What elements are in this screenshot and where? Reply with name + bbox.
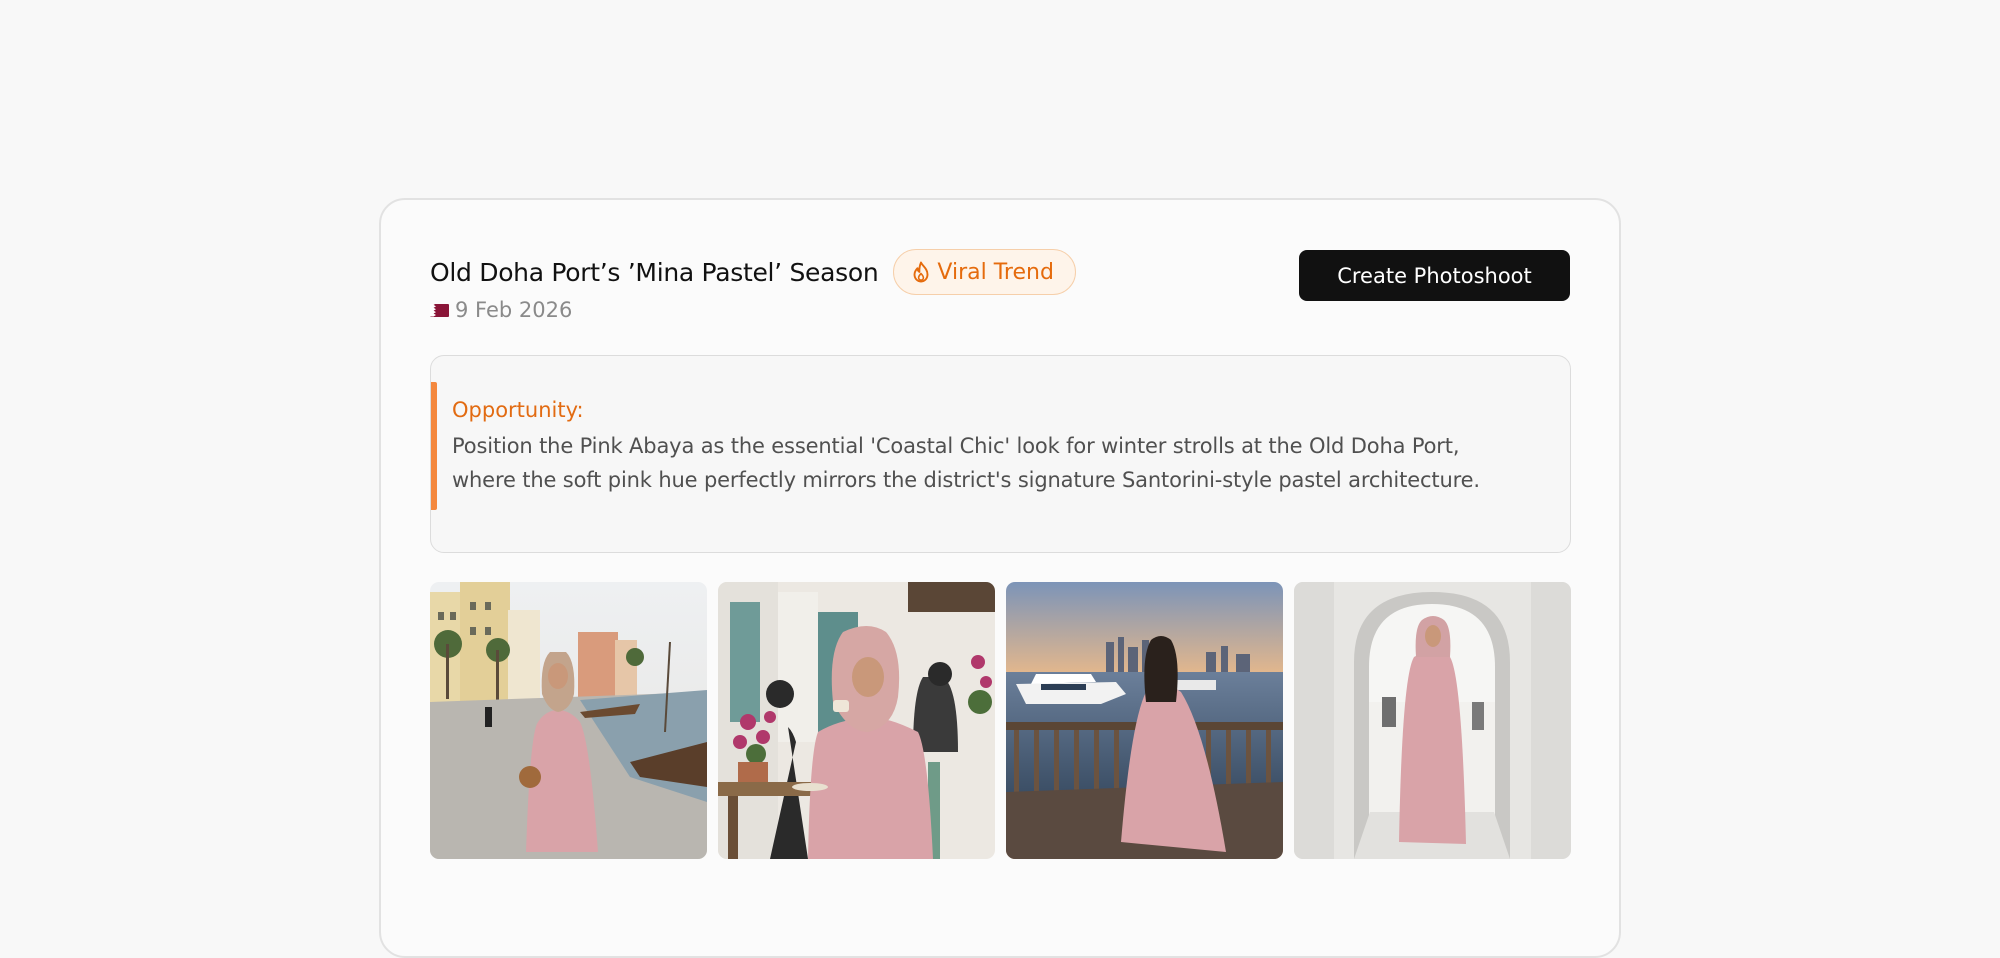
- trend-title: Old Doha Port’s ’Mina Pastel’ Season: [430, 257, 879, 287]
- title-row: Old Doha Port’s ’Mina Pastel’ Season Vir…: [430, 249, 1076, 295]
- badge-label: Viral Trend: [937, 259, 1054, 285]
- gallery-image-1[interactable]: [430, 582, 707, 859]
- flame-icon: [912, 261, 930, 283]
- opportunity-box: Opportunity: Position the Pink Abaya as …: [430, 355, 1571, 553]
- viral-trend-badge: Viral Trend: [893, 249, 1076, 295]
- qatar-flag-icon: [430, 303, 449, 317]
- opportunity-text: Position the Pink Abaya as the essential…: [452, 434, 1480, 492]
- image-gallery: [430, 582, 1571, 859]
- gallery-image-2[interactable]: [718, 582, 995, 859]
- trend-date: 9 Feb 2026: [430, 298, 572, 322]
- gallery-image-3[interactable]: [1006, 582, 1283, 859]
- create-photoshoot-button[interactable]: Create Photoshoot: [1299, 250, 1570, 301]
- opportunity-label: Opportunity:: [452, 398, 584, 422]
- opportunity-accent-bar: [431, 382, 437, 510]
- date-text: 9 Feb 2026: [455, 298, 573, 322]
- gallery-image-4[interactable]: [1294, 582, 1571, 859]
- trend-card: Old Doha Port’s ’Mina Pastel’ Season Vir…: [379, 198, 1621, 958]
